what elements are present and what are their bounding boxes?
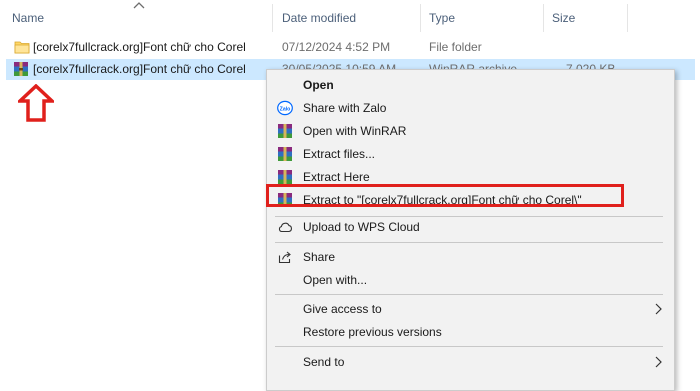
chevron-right-icon	[655, 303, 662, 315]
menu-item-label: Upload to WPS Cloud	[303, 220, 420, 234]
menu-item-open-with[interactable]: Open with...	[267, 269, 674, 292]
menu-separator	[275, 294, 663, 295]
menu-item-share[interactable]: Share	[267, 246, 674, 269]
winrar-icon	[278, 147, 292, 161]
svg-text:Zalo: Zalo	[280, 106, 291, 112]
winrar-icon	[278, 124, 292, 138]
menu-separator	[275, 346, 663, 347]
file-name: [corelx7fullcrack.org]Font chữ cho Corel	[33, 40, 246, 54]
annotation-highlight-box	[266, 184, 624, 207]
menu-item-label: Give access to	[303, 302, 382, 316]
annotation-up-arrow	[18, 84, 54, 122]
cloud-icon	[278, 222, 292, 233]
menu-item-label: Restore previous versions	[303, 325, 442, 339]
sort-ascending-icon[interactable]	[133, 1, 145, 9]
file-date: 07/12/2024 4:52 PM	[282, 40, 391, 54]
column-header: Name Date modified Type Size	[0, 0, 700, 34]
menu-item-label: Share with Zalo	[303, 101, 387, 115]
column-divider[interactable]	[272, 4, 273, 32]
context-menu: Open Zalo Share with Zalo Open with WinR…	[266, 69, 675, 391]
menu-item-share-zalo[interactable]: Zalo Share with Zalo	[267, 97, 674, 120]
menu-item-label: Extract Here	[303, 170, 370, 184]
menu-item-label: Share	[303, 250, 336, 264]
column-divider[interactable]	[420, 4, 421, 32]
menu-item-open-winrar[interactable]: Open with WinRAR	[267, 120, 674, 143]
menu-item-label: Send to	[303, 355, 345, 369]
menu-item-label: Open with...	[303, 273, 368, 287]
menu-item-send-to[interactable]: Send to	[267, 351, 674, 374]
menu-item-label: Open with WinRAR	[303, 124, 407, 138]
file-row-folder[interactable]: [corelx7fullcrack.org]Font chữ cho Corel…	[6, 37, 695, 58]
menu-item-upload-wps[interactable]: Upload to WPS Cloud	[267, 216, 674, 239]
menu-separator	[275, 242, 663, 243]
column-divider[interactable]	[627, 4, 628, 32]
share-icon	[278, 251, 291, 264]
folder-icon	[14, 41, 30, 54]
file-type: File folder	[429, 40, 482, 54]
column-divider[interactable]	[543, 4, 544, 32]
winrar-icon	[278, 170, 292, 184]
zalo-icon: Zalo	[277, 100, 293, 116]
menu-item-open[interactable]: Open	[267, 74, 674, 97]
column-type-header[interactable]: Type	[429, 11, 455, 25]
menu-item-label: Open	[303, 78, 334, 92]
file-name: [corelx7fullcrack.org]Font chữ cho Corel	[33, 62, 246, 76]
chevron-right-icon	[655, 356, 662, 368]
menu-item-label: Extract files...	[303, 147, 376, 161]
column-size-header[interactable]: Size	[552, 11, 575, 25]
menu-item-restore-versions[interactable]: Restore previous versions	[267, 321, 674, 344]
menu-item-extract-files[interactable]: Extract files...	[267, 143, 674, 166]
column-name-header[interactable]: Name	[12, 11, 44, 25]
column-date-header[interactable]: Date modified	[282, 11, 356, 25]
winrar-archive-icon	[14, 62, 28, 76]
menu-item-give-access[interactable]: Give access to	[267, 298, 674, 321]
